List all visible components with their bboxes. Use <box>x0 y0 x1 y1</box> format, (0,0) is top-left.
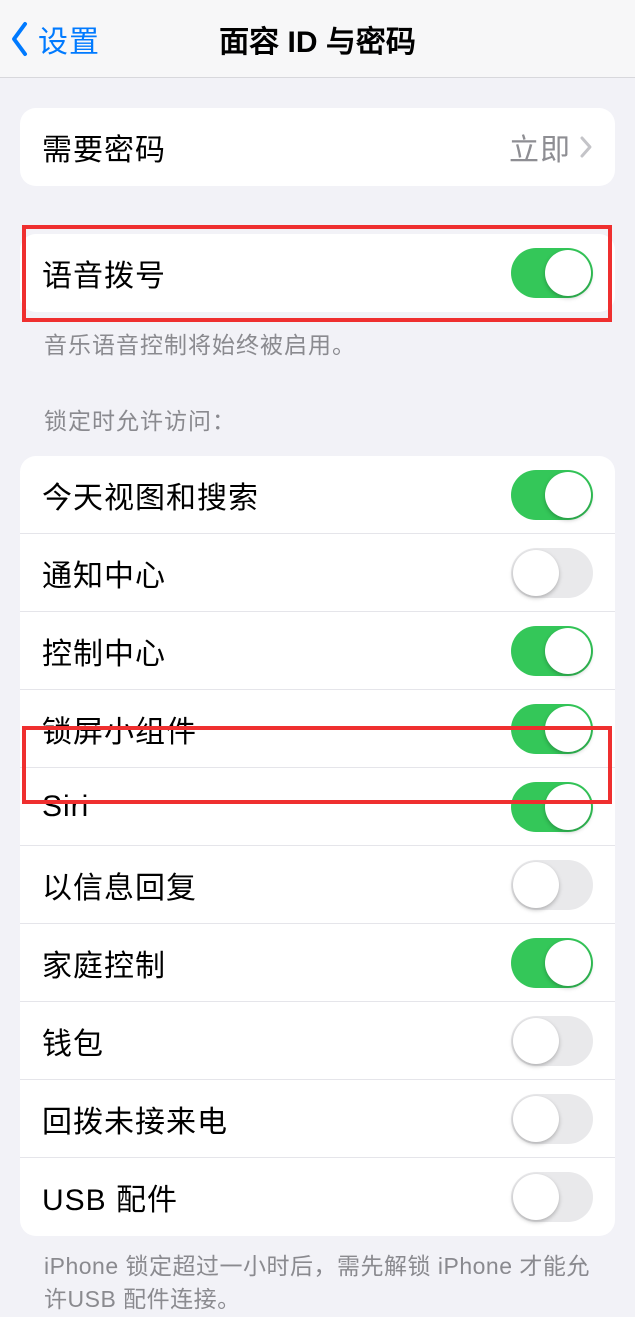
notification-center-toggle[interactable] <box>511 548 593 598</box>
navigation-bar: 设置 面容 ID 与密码 <box>0 0 635 78</box>
siri-toggle[interactable] <box>511 782 593 832</box>
reply-with-message-row: 以信息回复 <box>20 846 615 924</box>
siri-row: Siri <box>20 768 615 846</box>
lock-access-header: 锁定时允许访问： <box>20 360 615 446</box>
return-missed-calls-row: 回拨未接来电 <box>20 1080 615 1158</box>
require-passcode-label: 需要密码 <box>42 125 509 169</box>
voice-dial-footer: 音乐语音控制将始终被启用。 <box>20 312 615 360</box>
control-center-toggle[interactable] <box>511 626 593 676</box>
today-view-row: 今天视图和搜索 <box>20 456 615 534</box>
back-label: 设置 <box>38 17 100 61</box>
lockscreen-widgets-toggle[interactable] <box>511 704 593 754</box>
today-view-toggle[interactable] <box>511 470 593 520</box>
usb-accessories-label: USB 配件 <box>42 1175 511 1219</box>
notification-center-row: 通知中心 <box>20 534 615 612</box>
voice-dial-row: 语音拨号 <box>20 234 615 312</box>
wallet-toggle[interactable] <box>511 1016 593 1066</box>
require-passcode-row[interactable]: 需要密码 立即 <box>20 108 615 186</box>
home-control-toggle[interactable] <box>511 938 593 988</box>
wallet-row: 钱包 <box>20 1002 615 1080</box>
reply-with-message-label: 以信息回复 <box>42 863 511 907</box>
home-control-label: 家庭控制 <box>42 941 511 985</box>
lock-access-group: 今天视图和搜索 通知中心 控制中心 锁屏小组件 Siri 以信息回复 家庭控制 <box>20 456 615 1236</box>
return-missed-calls-toggle[interactable] <box>511 1094 593 1144</box>
siri-label: Siri <box>42 790 511 824</box>
voice-dial-label: 语音拨号 <box>42 251 511 295</box>
notification-center-label: 通知中心 <box>42 551 511 595</box>
back-button[interactable]: 设置 <box>0 17 100 61</box>
today-view-label: 今天视图和搜索 <box>42 473 511 517</box>
home-control-row: 家庭控制 <box>20 924 615 1002</box>
require-passcode-value: 立即 <box>509 125 571 169</box>
voice-dial-group: 语音拨号 <box>20 234 615 312</box>
voice-dial-toggle[interactable] <box>511 248 593 298</box>
control-center-label: 控制中心 <box>42 629 511 673</box>
lockscreen-widgets-row: 锁屏小组件 <box>20 690 615 768</box>
usb-accessories-toggle[interactable] <box>511 1172 593 1222</box>
lockscreen-widgets-label: 锁屏小组件 <box>42 707 511 751</box>
reply-with-message-toggle[interactable] <box>511 860 593 910</box>
control-center-row: 控制中心 <box>20 612 615 690</box>
usb-footer: iPhone 锁定超过一小时后，需先解锁 iPhone 才能允许USB 配件连接… <box>20 1236 615 1317</box>
usb-accessories-row: USB 配件 <box>20 1158 615 1236</box>
return-missed-calls-label: 回拨未接来电 <box>42 1097 511 1141</box>
wallet-label: 钱包 <box>42 1019 511 1063</box>
chevron-left-icon <box>10 21 32 57</box>
chevron-right-icon <box>579 135 593 159</box>
require-passcode-group: 需要密码 立即 <box>20 108 615 186</box>
